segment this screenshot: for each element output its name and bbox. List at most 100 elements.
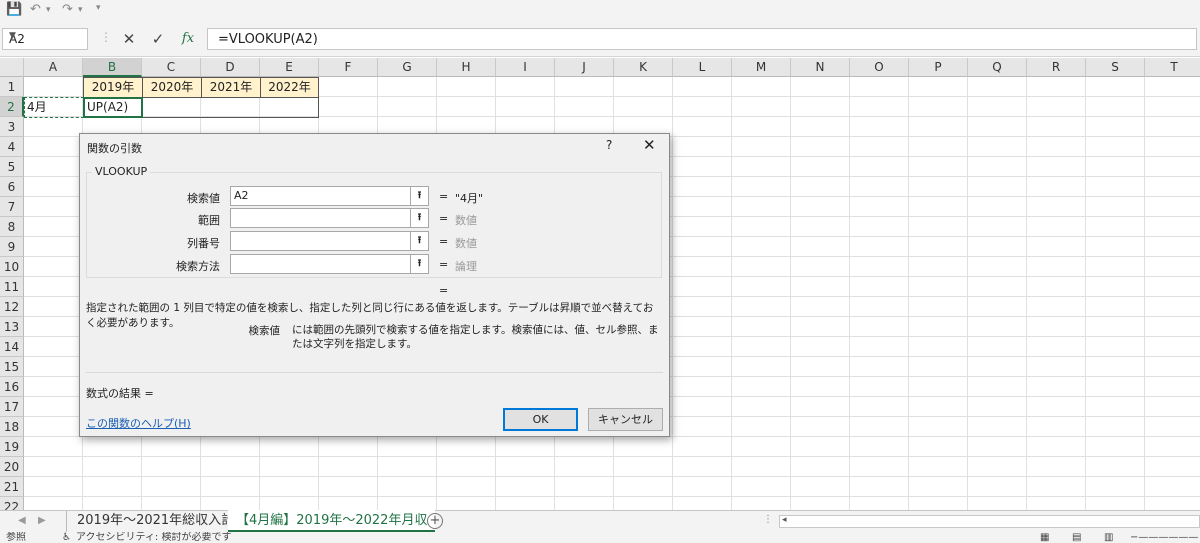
cell-C1[interactable]: 2020年	[142, 77, 202, 98]
redo-dropdown-icon[interactable]: ▾	[78, 5, 83, 15]
tab-scroll-right-icon[interactable]: ▶	[38, 515, 46, 526]
column-header-T[interactable]: T	[1145, 58, 1200, 77]
ok-button[interactable]: OK	[503, 408, 578, 431]
formula-bar-grip-icon[interactable]: ⋮	[100, 30, 112, 44]
column-header-K[interactable]: K	[614, 58, 673, 77]
formula-text: =VLOOKUP(A2)	[218, 32, 318, 47]
row-header-12[interactable]: 12	[0, 297, 24, 317]
horizontal-scrollbar[interactable]: ◂	[779, 515, 1200, 528]
column-header-P[interactable]: P	[909, 58, 968, 77]
arg-input-lookup-value[interactable]: A2	[230, 186, 411, 206]
close-icon[interactable]: ✕	[643, 136, 656, 154]
formula-result-label: 数式の結果 =	[86, 387, 154, 400]
insert-function-icon[interactable]: fx	[175, 28, 201, 50]
row-header-19[interactable]: 19	[0, 437, 24, 457]
column-header-H[interactable]: H	[437, 58, 496, 77]
arg-input-range-lookup[interactable]	[230, 254, 411, 274]
column-header-O[interactable]: O	[850, 58, 909, 77]
cancel-button[interactable]: キャンセル	[588, 408, 663, 431]
row-header-5[interactable]: 5	[0, 157, 24, 177]
cell-A2[interactable]: 4月	[24, 97, 84, 118]
column-header-Q[interactable]: Q	[968, 58, 1027, 77]
column-header-E[interactable]: E	[260, 58, 319, 77]
arg-input-table-array[interactable]	[230, 208, 411, 228]
row-header-2[interactable]: 2	[0, 97, 24, 117]
row-header-9[interactable]: 9	[0, 237, 24, 257]
page-break-view-icon[interactable]: ▥	[1104, 532, 1113, 543]
column-header-G[interactable]: G	[378, 58, 437, 77]
scroll-left-icon[interactable]: ◂	[782, 515, 787, 525]
row-header-11[interactable]: 11	[0, 277, 24, 297]
cell-E1[interactable]: 2022年	[260, 77, 319, 98]
row-header-1[interactable]: 1	[0, 77, 24, 97]
accessibility-icon[interactable]: ♿	[62, 532, 71, 543]
column-header-J[interactable]: J	[555, 58, 614, 77]
column-header-F[interactable]: F	[319, 58, 378, 77]
customize-toolbar-icon[interactable]: ▾	[96, 3, 101, 13]
row-header-21[interactable]: 21	[0, 477, 24, 497]
gridline-vertical	[1026, 77, 1027, 510]
collapse-dialog-icon[interactable]: ⭱	[411, 208, 429, 228]
redo-icon[interactable]: ↷	[62, 2, 73, 17]
row-header-22[interactable]: 22	[0, 497, 24, 510]
row-header-10[interactable]: 10	[0, 257, 24, 277]
column-header-N[interactable]: N	[791, 58, 850, 77]
row-header-16[interactable]: 16	[0, 377, 24, 397]
undo-dropdown-icon[interactable]: ▾	[46, 5, 51, 15]
current-arg-description: には範囲の先頭列で検索する値を指定します。検索値には、値、セル参照、または文字列…	[292, 324, 659, 350]
arg-input-col-index[interactable]	[230, 231, 411, 251]
row-header-18[interactable]: 18	[0, 417, 24, 437]
column-header-A[interactable]: A	[24, 58, 83, 77]
accessibility-status[interactable]: アクセシビリティ: 検討が必要です	[76, 532, 231, 543]
current-arg-name: 検索値	[248, 325, 281, 337]
cancel-entry-icon[interactable]: ✕	[116, 28, 142, 50]
sheet-tab-total-income[interactable]: 2019年～2021年総収入計	[66, 511, 244, 532]
function-help-link[interactable]: この関数のヘルプ(H)	[86, 415, 191, 431]
tab-split-grip-icon[interactable]: ⋮	[763, 514, 773, 525]
row-header-14[interactable]: 14	[0, 337, 24, 357]
column-header-R[interactable]: R	[1027, 58, 1086, 77]
column-header-M[interactable]: M	[732, 58, 791, 77]
normal-view-icon[interactable]: ▦	[1040, 532, 1049, 543]
column-header-I[interactable]: I	[496, 58, 555, 77]
row-header-13[interactable]: 13	[0, 317, 24, 337]
chevron-down-icon[interactable]: ▼	[9, 31, 82, 41]
undo-icon[interactable]: ↶	[30, 2, 41, 17]
name-box[interactable]: A2 ▼	[2, 28, 88, 50]
row-header-17[interactable]: 17	[0, 397, 24, 417]
collapse-dialog-icon[interactable]: ⭱	[411, 231, 429, 251]
sheet-tab-april-monthly[interactable]: 【4月編】2019年～2022年月収	[228, 510, 436, 532]
column-header-S[interactable]: S	[1086, 58, 1145, 77]
gridline-vertical	[967, 77, 968, 510]
row-header-20[interactable]: 20	[0, 457, 24, 477]
arg-result-lookup-value: "4月"	[455, 192, 484, 205]
tab-scroll-left-icon[interactable]: ◀	[18, 515, 26, 526]
row-header-4[interactable]: 4	[0, 137, 24, 157]
select-all-corner[interactable]	[0, 58, 24, 77]
formula-input[interactable]: =VLOOKUP(A2)	[207, 28, 1197, 50]
row-header-7[interactable]: 7	[0, 197, 24, 217]
gridline-vertical	[672, 77, 673, 510]
help-icon[interactable]: ?	[606, 138, 612, 152]
row-header-15[interactable]: 15	[0, 357, 24, 377]
row-header-8[interactable]: 8	[0, 217, 24, 237]
add-sheet-icon[interactable]: +	[427, 513, 443, 529]
row-header-3[interactable]: 3	[0, 117, 24, 137]
cell-B2-active[interactable]: UP(A2)	[83, 97, 143, 118]
confirm-entry-icon[interactable]: ✓	[145, 28, 171, 50]
column-header-B[interactable]: B	[83, 58, 142, 77]
column-header-L[interactable]: L	[673, 58, 732, 77]
cell-D1[interactable]: 2021年	[201, 77, 261, 98]
row-header-6[interactable]: 6	[0, 177, 24, 197]
collapse-dialog-icon[interactable]: ⭱	[411, 186, 429, 206]
dialog-title: 関数の引数	[87, 142, 142, 155]
column-header-C[interactable]: C	[142, 58, 201, 77]
cell-B1[interactable]: 2019年	[83, 77, 143, 98]
zoom-slider[interactable]: −——————	[1130, 532, 1198, 543]
column-header-D[interactable]: D	[201, 58, 260, 77]
page-layout-view-icon[interactable]: ▤	[1072, 532, 1081, 543]
collapse-dialog-icon[interactable]: ⭱	[411, 254, 429, 274]
sheet-tab-bar: ◀ ▶ 2019年～2021年総収入計 【4月編】2019年～2022年月収 +…	[0, 510, 1200, 533]
arg-equals: =	[439, 258, 449, 271]
save-icon[interactable]: 💾	[6, 2, 22, 17]
